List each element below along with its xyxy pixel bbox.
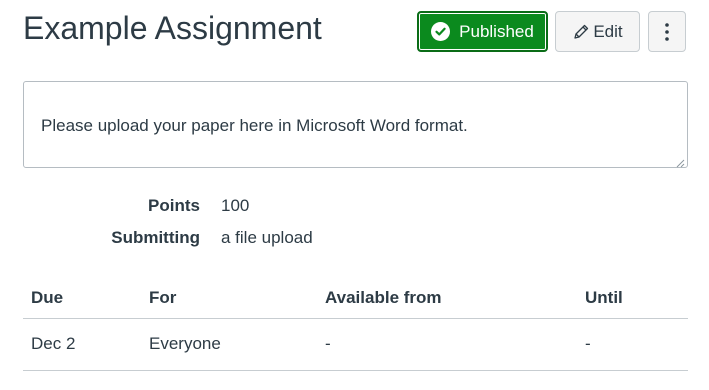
published-label: Published	[459, 21, 534, 41]
description-box[interactable]: Please upload your paper here in Microso…	[23, 81, 688, 168]
table-header-for: For	[149, 288, 177, 307]
edit-label: Edit	[593, 21, 623, 41]
table-divider	[23, 318, 688, 319]
table-cell-until: -	[585, 334, 591, 353]
description-text: Please upload your paper here in Microso…	[41, 116, 468, 135]
table-header-available-from: Available from	[325, 288, 442, 307]
points-value: 100	[221, 196, 250, 215]
submitting-label: Submitting	[111, 228, 200, 247]
table-bottom-divider	[23, 370, 688, 371]
edit-button[interactable]: Edit	[555, 11, 640, 52]
more-options-button[interactable]	[648, 11, 686, 52]
check-circle-icon	[431, 22, 451, 41]
points-label: Points	[148, 196, 200, 215]
pencil-icon	[572, 23, 590, 41]
published-button[interactable]: Published	[417, 11, 548, 52]
table-cell-available-from: -	[325, 334, 331, 353]
table-header-due: Due	[31, 288, 64, 307]
table-header-until: Until	[585, 288, 623, 307]
page-title: Example Assignment	[23, 10, 322, 46]
kebab-menu-icon	[664, 22, 670, 42]
table-cell-for: Everyone	[149, 334, 221, 353]
table-cell-due: Dec 2	[31, 334, 76, 353]
submitting-value: a file upload	[221, 228, 313, 247]
resize-grip-icon[interactable]	[675, 155, 685, 168]
